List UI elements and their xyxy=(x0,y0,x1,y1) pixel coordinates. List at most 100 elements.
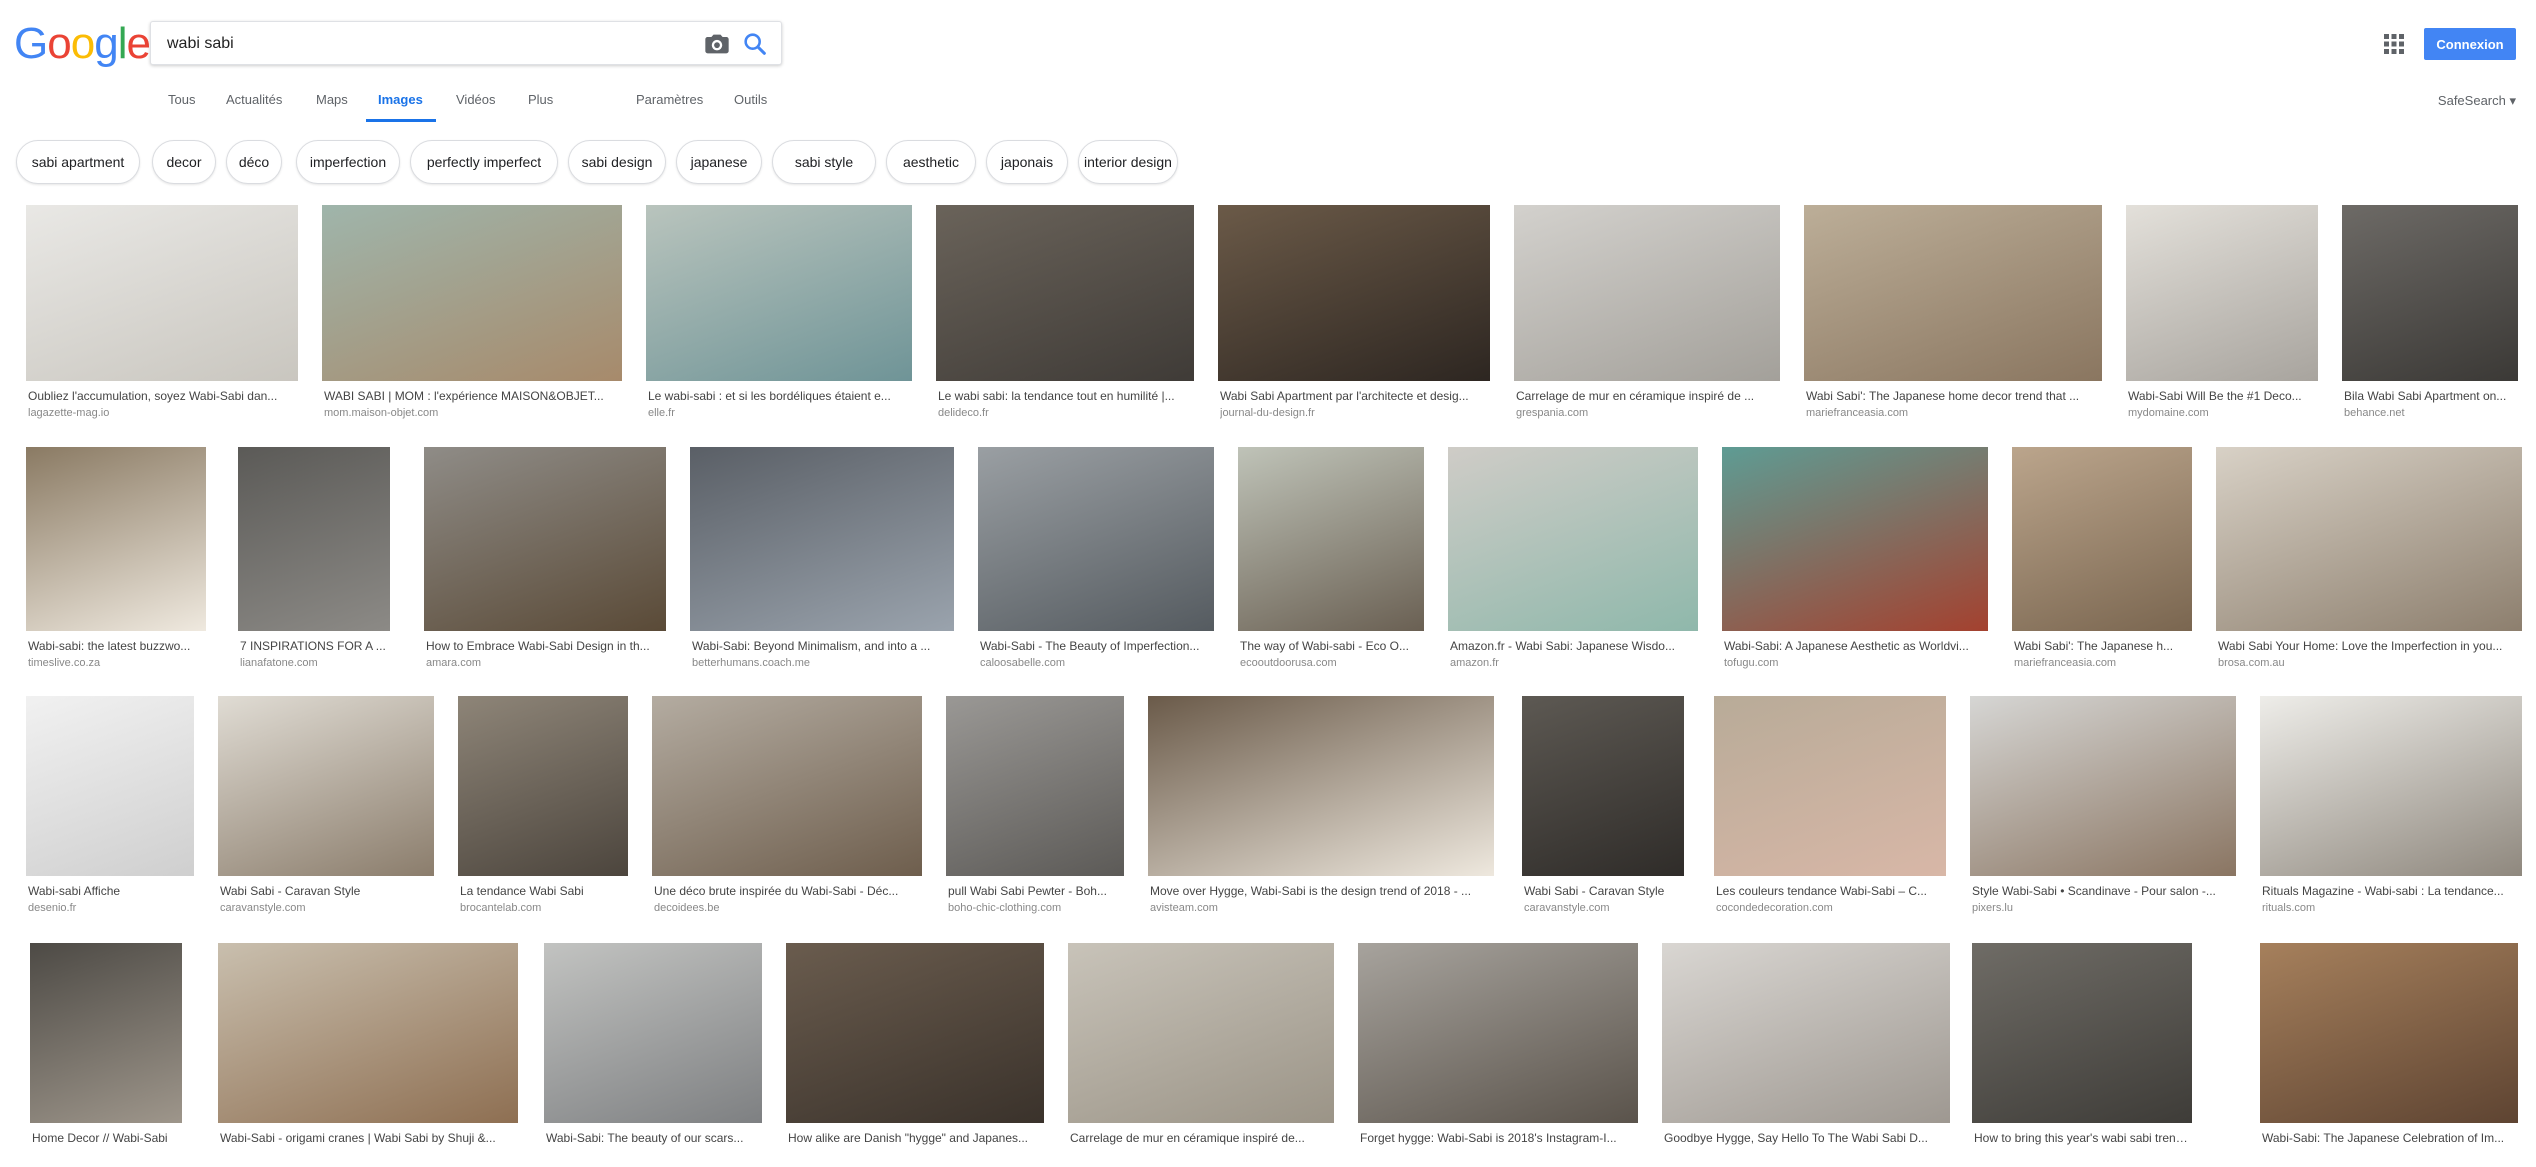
image-thumbnail[interactable] xyxy=(646,205,912,381)
image-thumbnail[interactable] xyxy=(786,943,1044,1123)
image-thumbnail[interactable] xyxy=(1068,943,1334,1123)
image-thumbnail[interactable] xyxy=(26,696,194,876)
image-result[interactable]: Wabi-sabi: the latest buzzwo... timeslive… xyxy=(26,447,206,675)
image-caption[interactable]: Wabi-sabi: the latest buzzwo... xyxy=(28,639,204,653)
image-caption[interactable]: Wabi-Sabi: The Japanese Celebration of I… xyxy=(2262,1131,2516,1145)
image-caption[interactable]: Wabi-sabi Affiche xyxy=(28,884,192,898)
image-thumbnail[interactable] xyxy=(690,447,954,631)
search-input[interactable] xyxy=(165,28,689,60)
related-chip[interactable]: perfectly imperfect xyxy=(410,140,558,184)
image-thumbnail[interactable] xyxy=(978,447,1214,631)
image-thumbnail[interactable] xyxy=(1148,696,1494,876)
image-caption[interactable]: Une déco brute inspirée du Wabi-Sabi - D… xyxy=(654,884,920,898)
image-caption[interactable]: The way of Wabi-sabi - Eco O... xyxy=(1240,639,1422,653)
image-caption[interactable]: Wabi Sabi Your Home: Love the Imperfecti… xyxy=(2218,639,2520,653)
search-icon[interactable] xyxy=(741,30,769,58)
image-thumbnail[interactable] xyxy=(2126,205,2318,381)
image-thumbnail[interactable] xyxy=(218,696,434,876)
image-thumbnail[interactable] xyxy=(1714,696,1946,876)
image-result[interactable]: Wabi-Sabi: Beyond Minimalism, and into a… xyxy=(690,447,954,675)
image-result[interactable]: Le wabi-sabi : et si les bordéliques éta… xyxy=(646,205,912,425)
image-result[interactable]: Une déco brute inspirée du Wabi-Sabi - D… xyxy=(652,696,922,920)
image-thumbnail[interactable] xyxy=(1238,447,1424,631)
image-caption[interactable]: Oubliez l'accumulation, soyez Wabi-Sabi … xyxy=(28,389,296,403)
image-caption[interactable]: Wabi-Sabi - The Beauty of Imperfection..… xyxy=(980,639,1212,653)
image-result[interactable]: Wabi-Sabi - The Beauty of Imperfection..… xyxy=(978,447,1214,675)
image-caption[interactable]: How alike are Danish "hygge" and Japanes… xyxy=(788,1131,1042,1145)
related-chip[interactable]: interior design xyxy=(1078,140,1178,184)
image-caption[interactable]: Les couleurs tendance Wabi-Sabi – C... xyxy=(1716,884,1944,898)
image-result[interactable]: Carrelage de mur en céramique inspiré de… xyxy=(1068,943,1334,1167)
image-result[interactable]: La tendance Wabi Sabi brocantelab.com xyxy=(458,696,628,920)
image-result[interactable]: Home Decor // Wabi-Sabi xyxy=(30,943,182,1167)
image-caption[interactable]: 7 INSPIRATIONS FOR A ... xyxy=(240,639,388,653)
image-thumbnail[interactable] xyxy=(1448,447,1698,631)
image-result[interactable]: How to Embrace Wabi-Sabi Design in th...… xyxy=(424,447,666,675)
image-result[interactable]: Le wabi sabi: la tendance tout en humili… xyxy=(936,205,1194,425)
image-result[interactable]: Carrelage de mur en céramique inspiré de… xyxy=(1514,205,1780,425)
image-result[interactable]: How to bring this year's wabi sabi trend… xyxy=(1972,943,2192,1167)
image-thumbnail[interactable] xyxy=(1522,696,1684,876)
image-caption[interactable]: How to bring this year's wabi sabi trend… xyxy=(1974,1131,2190,1145)
image-caption[interactable]: Wabi Sabi Apartment par l'architecte et … xyxy=(1220,389,1488,403)
tab-plus[interactable]: Plus xyxy=(528,92,553,107)
image-caption[interactable]: Wabi-Sabi: A Japanese Aesthetic as World… xyxy=(1724,639,1986,653)
image-result[interactable]: Wabi-Sabi: The beauty of our scars... xyxy=(544,943,762,1167)
image-thumbnail[interactable] xyxy=(30,943,182,1123)
image-result[interactable]: pull Wabi Sabi Pewter - Boh... boho-chic-… xyxy=(946,696,1124,920)
image-thumbnail[interactable] xyxy=(946,696,1124,876)
image-thumbnail[interactable] xyxy=(322,205,622,381)
image-result[interactable]: Amazon.fr - Wabi Sabi: Japanese Wisdo...… xyxy=(1448,447,1698,675)
image-thumbnail[interactable] xyxy=(458,696,628,876)
image-result[interactable]: WABI SABI | MOM : l'expérience MAISON&OB… xyxy=(322,205,622,425)
related-chip[interactable]: déco xyxy=(226,140,282,184)
image-thumbnail[interactable] xyxy=(1358,943,1638,1123)
image-caption[interactable]: Bila Wabi Sabi Apartment on... xyxy=(2344,389,2516,403)
tab-actualits[interactable]: Actualités xyxy=(226,92,282,107)
image-result[interactable]: Oubliez l'accumulation, soyez Wabi-Sabi … xyxy=(26,205,298,425)
image-caption[interactable]: pull Wabi Sabi Pewter - Boh... xyxy=(948,884,1122,898)
image-result[interactable]: Wabi Sabi Your Home: Love the Imperfecti… xyxy=(2216,447,2522,675)
image-thumbnail[interactable] xyxy=(424,447,666,631)
image-result[interactable]: Wabi-Sabi: The Japanese Celebration of I… xyxy=(2260,943,2518,1167)
image-caption[interactable]: Wabi Sabi - Caravan Style xyxy=(220,884,432,898)
image-caption[interactable]: Wabi Sabi': The Japanese h... xyxy=(2014,639,2190,653)
image-result[interactable]: Wabi Sabi': The Japanese h... mariefrance… xyxy=(2012,447,2192,675)
image-caption[interactable]: WABI SABI | MOM : l'expérience MAISON&OB… xyxy=(324,389,620,403)
image-caption[interactable]: Move over Hygge, Wabi-Sabi is the design… xyxy=(1150,884,1492,898)
related-chip[interactable]: sabi design xyxy=(568,140,666,184)
image-result[interactable]: Bila Wabi Sabi Apartment on... behance.ne… xyxy=(2342,205,2518,425)
image-caption[interactable]: Carrelage de mur en céramique inspiré de… xyxy=(1070,1131,1332,1145)
image-caption[interactable]: Amazon.fr - Wabi Sabi: Japanese Wisdo... xyxy=(1450,639,1696,653)
image-thumbnail[interactable] xyxy=(2342,205,2518,381)
tab-maps[interactable]: Maps xyxy=(316,92,348,107)
tab-vidos[interactable]: Vidéos xyxy=(456,92,496,107)
image-thumbnail[interactable] xyxy=(218,943,518,1123)
image-caption[interactable]: Wabi-Sabi - origami cranes | Wabi Sabi b… xyxy=(220,1131,516,1145)
image-thumbnail[interactable] xyxy=(2260,943,2518,1123)
tab-outils[interactable]: Outils xyxy=(734,92,767,107)
image-caption[interactable]: Wabi Sabi': The Japanese home decor tren… xyxy=(1806,389,2100,403)
image-caption[interactable]: Wabi Sabi - Caravan Style xyxy=(1524,884,1682,898)
image-result[interactable]: Rituals Magazine - Wabi-sabi : La tendan… xyxy=(2260,696,2522,920)
image-result[interactable]: Wabi-sabi Affiche desenio.fr xyxy=(26,696,194,920)
apps-grid-icon[interactable] xyxy=(2382,32,2406,56)
image-result[interactable]: Wabi-Sabi: A Japanese Aesthetic as World… xyxy=(1722,447,1988,675)
tab-images[interactable]: Images xyxy=(378,92,423,107)
image-caption[interactable]: Le wabi-sabi : et si les bordéliques éta… xyxy=(648,389,910,403)
image-result[interactable]: How alike are Danish "hygge" and Japanes… xyxy=(786,943,1044,1167)
image-thumbnail[interactable] xyxy=(26,205,298,381)
image-result[interactable]: Goodbye Hygge, Say Hello To The Wabi Sab… xyxy=(1662,943,1950,1167)
image-result[interactable]: Wabi-Sabi - origami cranes | Wabi Sabi b… xyxy=(218,943,518,1167)
image-thumbnail[interactable] xyxy=(1662,943,1950,1123)
image-caption[interactable]: La tendance Wabi Sabi xyxy=(460,884,626,898)
safesearch-toggle[interactable]: SafeSearch ▾ xyxy=(2438,93,2516,109)
related-chip[interactable]: sabi style xyxy=(772,140,876,184)
image-result[interactable]: Style Wabi-Sabi • Scandinave - Pour salo… xyxy=(1970,696,2236,920)
image-caption[interactable]: Goodbye Hygge, Say Hello To The Wabi Sab… xyxy=(1664,1131,1948,1145)
image-thumbnail[interactable] xyxy=(1218,205,1490,381)
image-thumbnail[interactable] xyxy=(26,447,206,631)
image-caption[interactable]: How to Embrace Wabi-Sabi Design in th... xyxy=(426,639,664,653)
related-chip[interactable]: imperfection xyxy=(296,140,400,184)
image-caption[interactable]: Style Wabi-Sabi • Scandinave - Pour salo… xyxy=(1972,884,2234,898)
